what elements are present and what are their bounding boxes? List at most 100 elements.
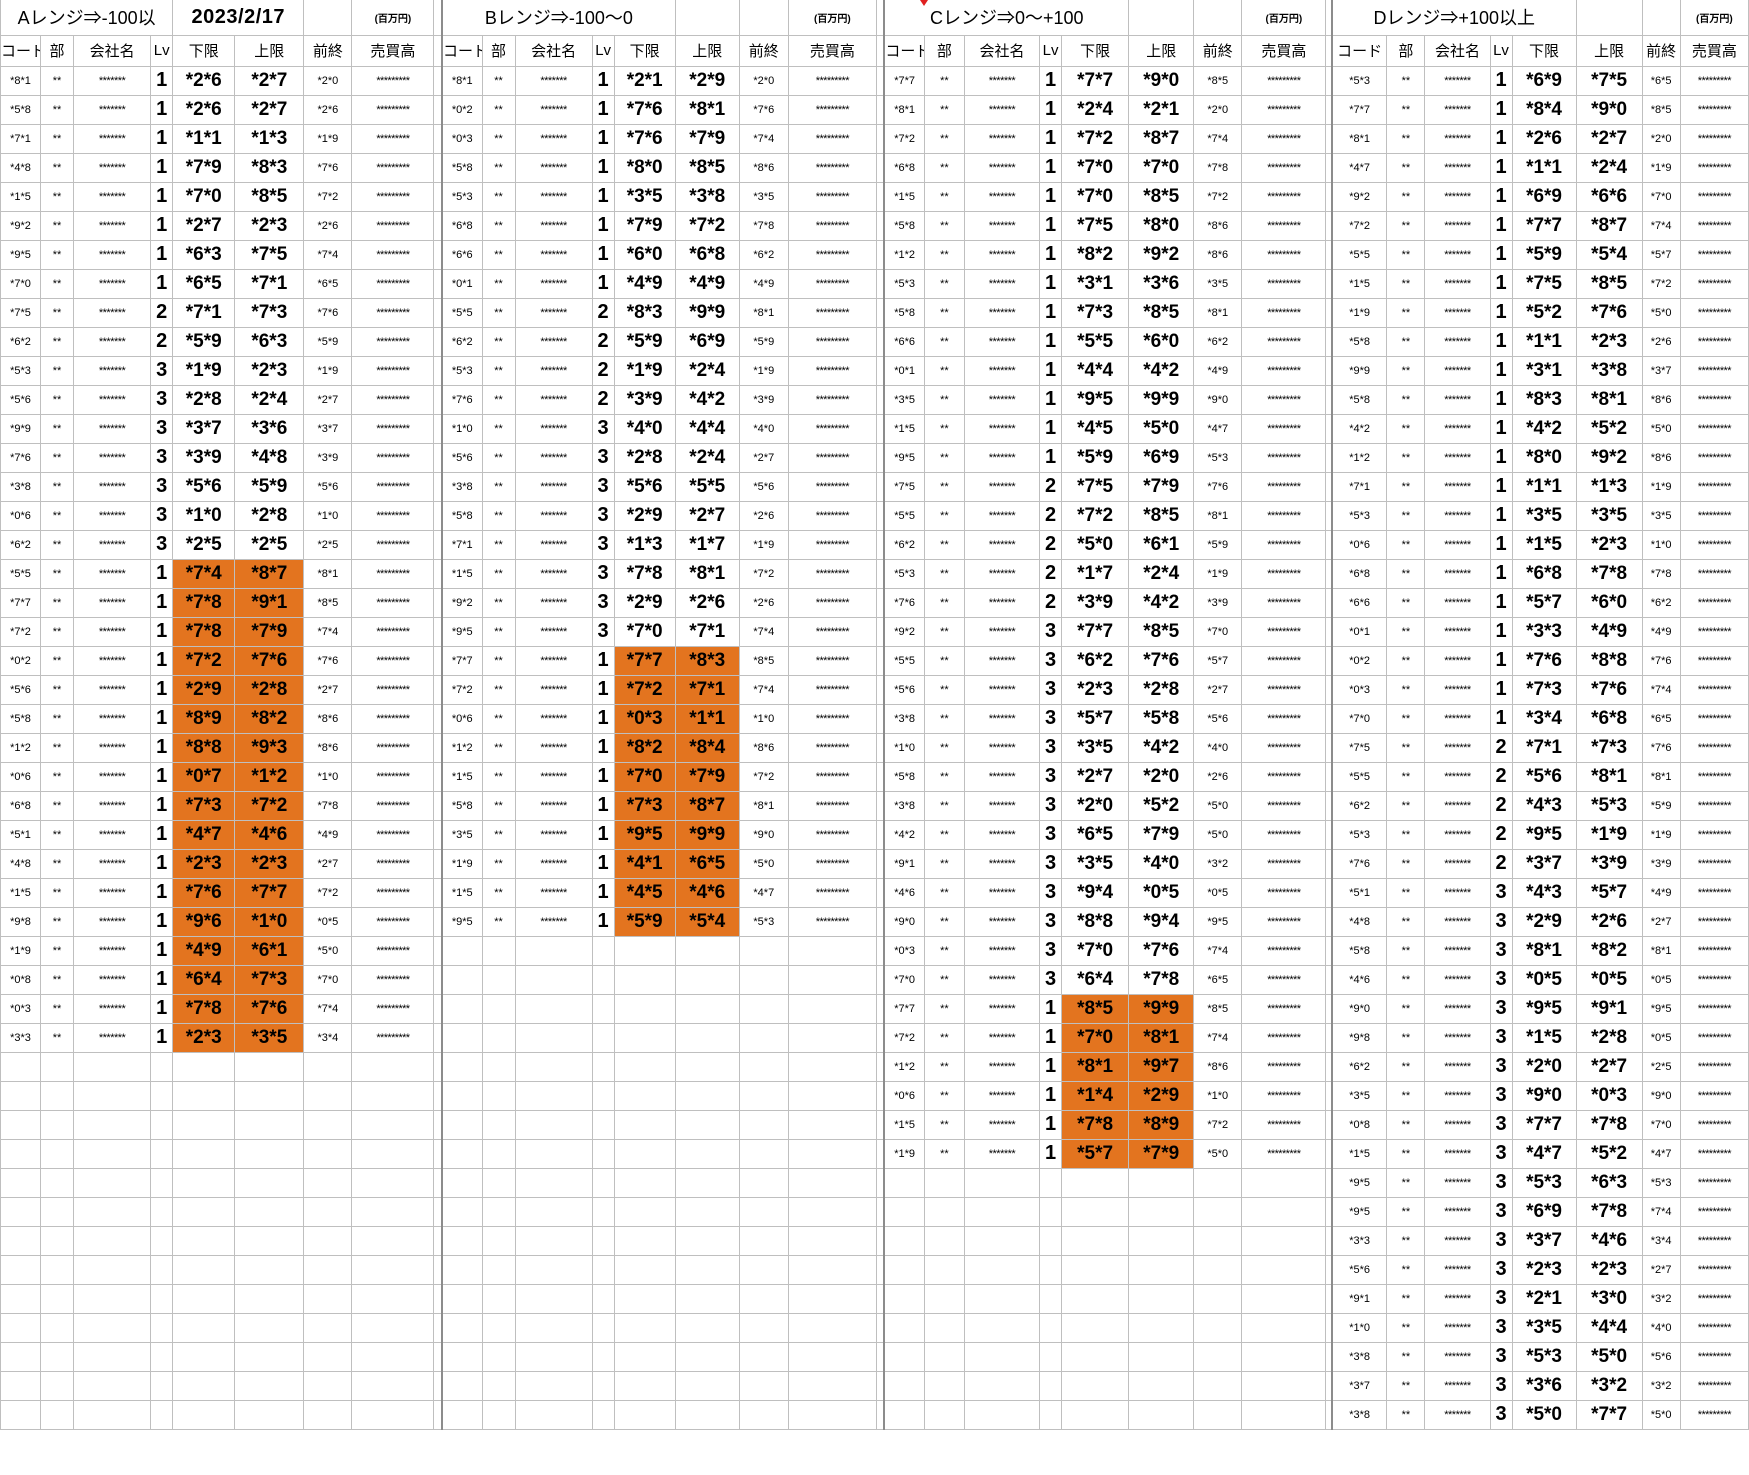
cell-volume[interactable]: ********* <box>351 587 435 618</box>
cell-level[interactable]: 3 <box>591 413 615 444</box>
cell-upper-limit[interactable]: *8*1 <box>1575 761 1643 792</box>
cell-upper-limit[interactable]: *6*8 <box>1575 703 1643 734</box>
cell-level[interactable]: 3 <box>1039 790 1063 821</box>
cell-dept[interactable]: ** <box>40 964 75 995</box>
cell-previous-close[interactable]: *1*9 <box>303 123 353 154</box>
cell-code[interactable]: *0*2 <box>1330 645 1388 676</box>
cell-code[interactable]: *5*8 <box>1330 384 1388 415</box>
cell-code[interactable]: *4*6 <box>883 877 925 908</box>
cell-company-name[interactable] <box>514 1399 593 1430</box>
cell-company-name[interactable]: ******* <box>1424 442 1491 473</box>
cell-previous-close[interactable] <box>738 1370 789 1401</box>
cell-dept[interactable]: ** <box>40 123 75 154</box>
cell-volume[interactable] <box>1241 1254 1327 1285</box>
cell-company-name[interactable] <box>963 1341 1041 1372</box>
cell-level[interactable] <box>591 1051 615 1082</box>
cell-company-name[interactable]: ******* <box>963 94 1041 125</box>
cell-level[interactable]: 1 <box>591 761 615 792</box>
cell-previous-close[interactable]: *7*6 <box>303 152 353 183</box>
cell-lower-limit[interactable]: *5*0 <box>1511 1399 1577 1430</box>
cell-level[interactable] <box>591 1312 615 1343</box>
cell-previous-close[interactable]: *1*0 <box>303 761 353 792</box>
cell-previous-close[interactable]: *7*8 <box>1641 558 1681 589</box>
cell-lower-limit[interactable] <box>172 1051 236 1082</box>
cell-upper-limit[interactable]: *8*2 <box>234 703 305 734</box>
cell-lower-limit[interactable]: *4*3 <box>1511 877 1577 908</box>
cell-code[interactable]: *6*2 <box>0 529 42 560</box>
cell-volume[interactable]: ********* <box>351 935 435 966</box>
cell-code[interactable]: *5*3 <box>0 355 42 386</box>
cell-code[interactable]: *6*2 <box>1330 790 1388 821</box>
cell-dept[interactable]: ** <box>1386 94 1426 125</box>
cell-volume[interactable]: ********* <box>351 674 435 705</box>
cell-dept[interactable]: ** <box>1386 1167 1426 1198</box>
cell-lower-limit[interactable]: *8*8 <box>1061 906 1130 937</box>
cell-dept[interactable]: ** <box>40 1022 75 1053</box>
cell-level[interactable]: 1 <box>1039 1080 1063 1111</box>
cell-company-name[interactable]: ******* <box>514 239 593 270</box>
cell-level[interactable]: 1 <box>1489 326 1513 357</box>
cell-dept[interactable]: ** <box>40 355 75 386</box>
section-b-title[interactable]: Bレンジ⇒-100〜0 <box>440 0 676 36</box>
cell-upper-limit[interactable]: *5*8 <box>1128 703 1195 734</box>
cell-lower-limit[interactable]: *6*9 <box>1511 65 1577 96</box>
cell-code[interactable]: *5*3 <box>883 558 925 589</box>
cell-company-name[interactable]: ******* <box>1424 703 1491 734</box>
cell-dept[interactable]: ** <box>40 906 75 937</box>
cell-level[interactable]: 3 <box>1489 935 1513 966</box>
cell-company-name[interactable]: ******* <box>1424 993 1491 1024</box>
cell-level[interactable]: 1 <box>150 848 174 879</box>
cell-level[interactable] <box>150 1138 174 1169</box>
cell-dept[interactable]: ** <box>481 761 516 792</box>
cell-level[interactable]: 1 <box>1039 442 1063 473</box>
cell-upper-limit[interactable] <box>674 1080 740 1111</box>
cell-volume[interactable] <box>351 1196 435 1227</box>
cell-upper-limit[interactable] <box>234 1225 305 1256</box>
cell-code[interactable]: *5*1 <box>1330 877 1388 908</box>
cell-dept[interactable]: ** <box>40 268 75 299</box>
cell-lower-limit[interactable]: *2*6 <box>172 94 236 125</box>
cell-company-name[interactable] <box>73 1196 152 1227</box>
cell-volume[interactable]: ********* <box>1679 413 1749 444</box>
cell-upper-limit[interactable]: *2*0 <box>1128 761 1195 792</box>
cell-code[interactable]: *7*2 <box>440 674 483 705</box>
cell-code[interactable]: *4*2 <box>883 819 925 850</box>
cell-previous-close[interactable]: *7*4 <box>738 674 789 705</box>
cell-level[interactable]: 1 <box>1489 413 1513 444</box>
cell-company-name[interactable] <box>514 1080 593 1111</box>
cell-upper-limit[interactable]: *7*9 <box>674 123 740 154</box>
cell-upper-limit[interactable]: *2*4 <box>234 384 305 415</box>
cell-dept[interactable]: ** <box>481 297 516 328</box>
cell-lower-limit[interactable]: *3*7 <box>1511 1225 1577 1256</box>
cell-previous-close[interactable]: *7*2 <box>1641 268 1681 299</box>
cell-previous-close[interactable]: *5*3 <box>1641 1167 1681 1198</box>
cell-upper-limit[interactable]: *6*5 <box>674 848 740 879</box>
cell-previous-close[interactable]: *6*5 <box>1641 703 1681 734</box>
cell-company-name[interactable]: ******* <box>73 123 152 154</box>
cell-lower-limit[interactable]: *7*0 <box>613 616 676 647</box>
cell-dept[interactable]: ** <box>40 94 75 125</box>
cell-level[interactable]: 1 <box>150 616 174 647</box>
cell-company-name[interactable]: ******* <box>73 384 152 415</box>
cell-company-name[interactable] <box>73 1225 152 1256</box>
cell-upper-limit[interactable]: *7*6 <box>1575 674 1643 705</box>
cell-volume[interactable]: ********* <box>351 819 435 850</box>
cell-dept[interactable]: ** <box>923 500 965 531</box>
cell-level[interactable]: 1 <box>150 645 174 676</box>
cell-level[interactable]: 3 <box>591 616 615 647</box>
cell-previous-close[interactable]: *8*1 <box>1193 500 1243 531</box>
cell-previous-close[interactable] <box>738 964 789 995</box>
cell-code[interactable]: *9*9 <box>0 413 42 444</box>
cell-upper-limit[interactable] <box>674 935 740 966</box>
cell-code[interactable] <box>883 1399 925 1430</box>
cell-level[interactable]: 3 <box>1039 877 1063 908</box>
cell-previous-close[interactable]: *1*0 <box>1193 1080 1243 1111</box>
cell-previous-close[interactable]: *4*0 <box>738 413 789 444</box>
cell-previous-close[interactable] <box>1193 1254 1243 1285</box>
cell-upper-limit[interactable]: *4*9 <box>674 268 740 299</box>
cell-dept[interactable]: ** <box>1386 181 1426 212</box>
cell-level[interactable]: 1 <box>1039 152 1063 183</box>
cell-previous-close[interactable] <box>738 1341 789 1372</box>
cell-volume[interactable]: ********* <box>787 761 877 792</box>
cell-company-name[interactable]: ******* <box>1424 210 1491 241</box>
